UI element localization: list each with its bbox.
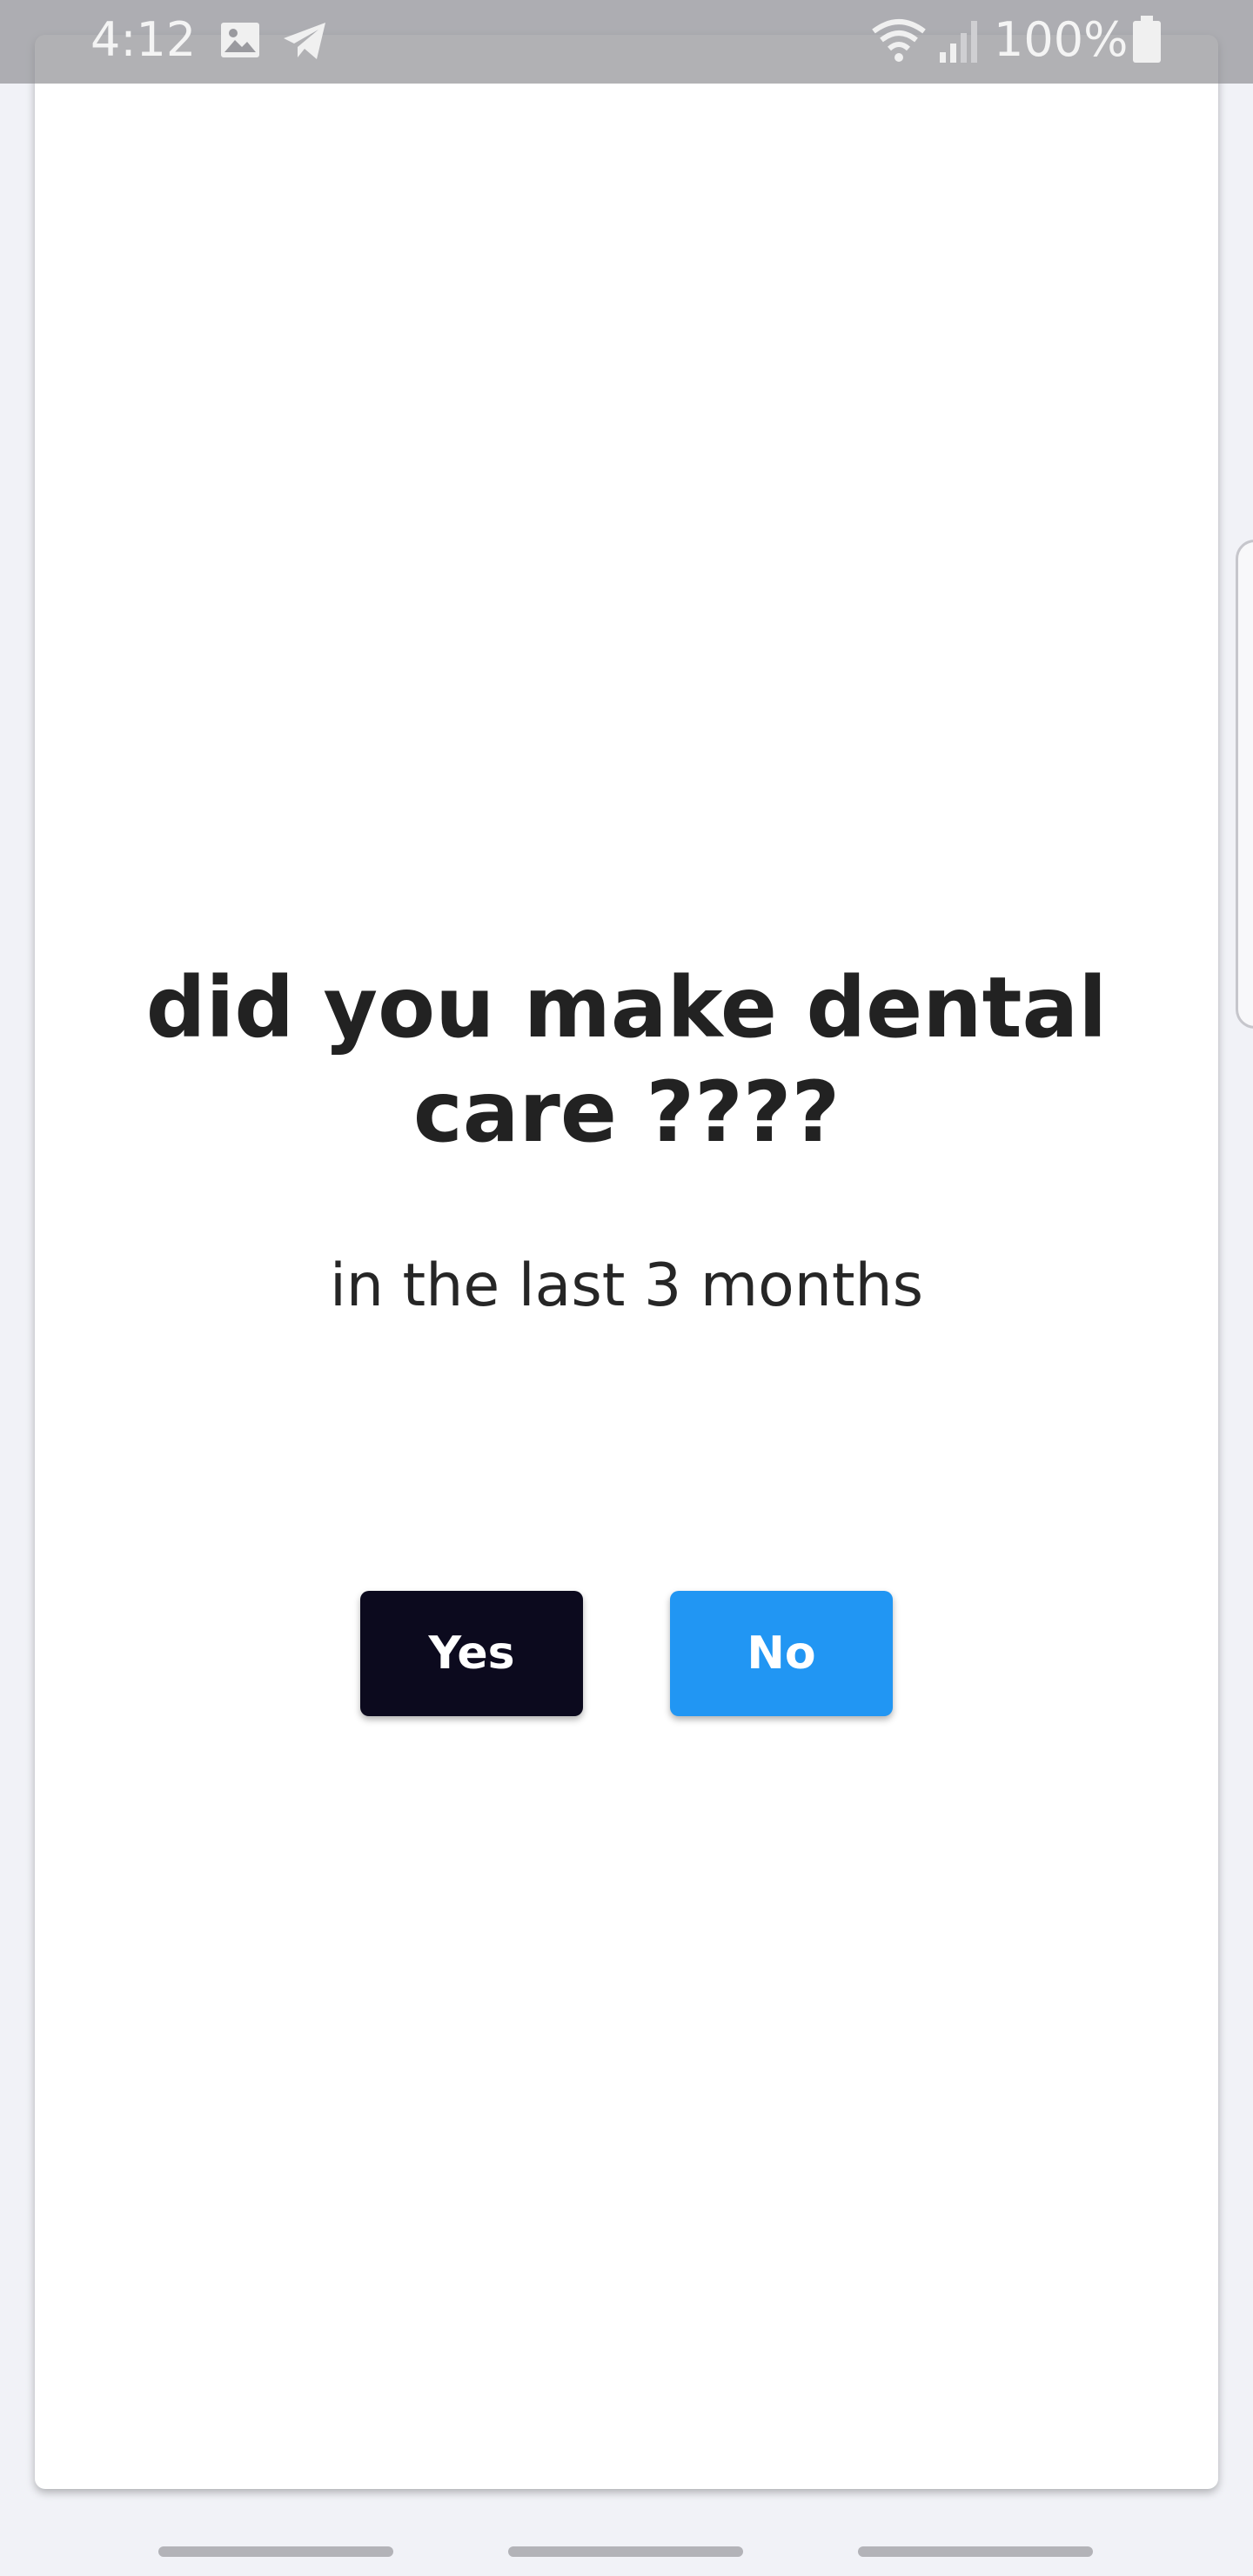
battery-icon xyxy=(1133,16,1161,63)
question-subtitle: in the last 3 months xyxy=(329,1251,924,1320)
recent-apps-button[interactable] xyxy=(158,2546,393,2557)
wifi-icon xyxy=(872,19,926,62)
status-bar: 4:12 100% xyxy=(0,0,1253,84)
no-button[interactable]: No xyxy=(670,1591,893,1716)
signal-icon xyxy=(940,21,977,63)
battery-percentage: 100% xyxy=(994,12,1129,67)
question-title: did you make dental care ???? xyxy=(145,959,1108,1161)
image-icon xyxy=(221,23,259,57)
yes-button[interactable]: Yes xyxy=(360,1591,583,1716)
status-time: 4:12 xyxy=(90,12,197,67)
back-button[interactable] xyxy=(858,2546,1093,2557)
home-button[interactable] xyxy=(508,2546,743,2557)
navigation-bar xyxy=(0,2520,1253,2576)
telegram-icon xyxy=(284,23,325,59)
edge-panel-handle[interactable] xyxy=(1236,540,1253,1029)
